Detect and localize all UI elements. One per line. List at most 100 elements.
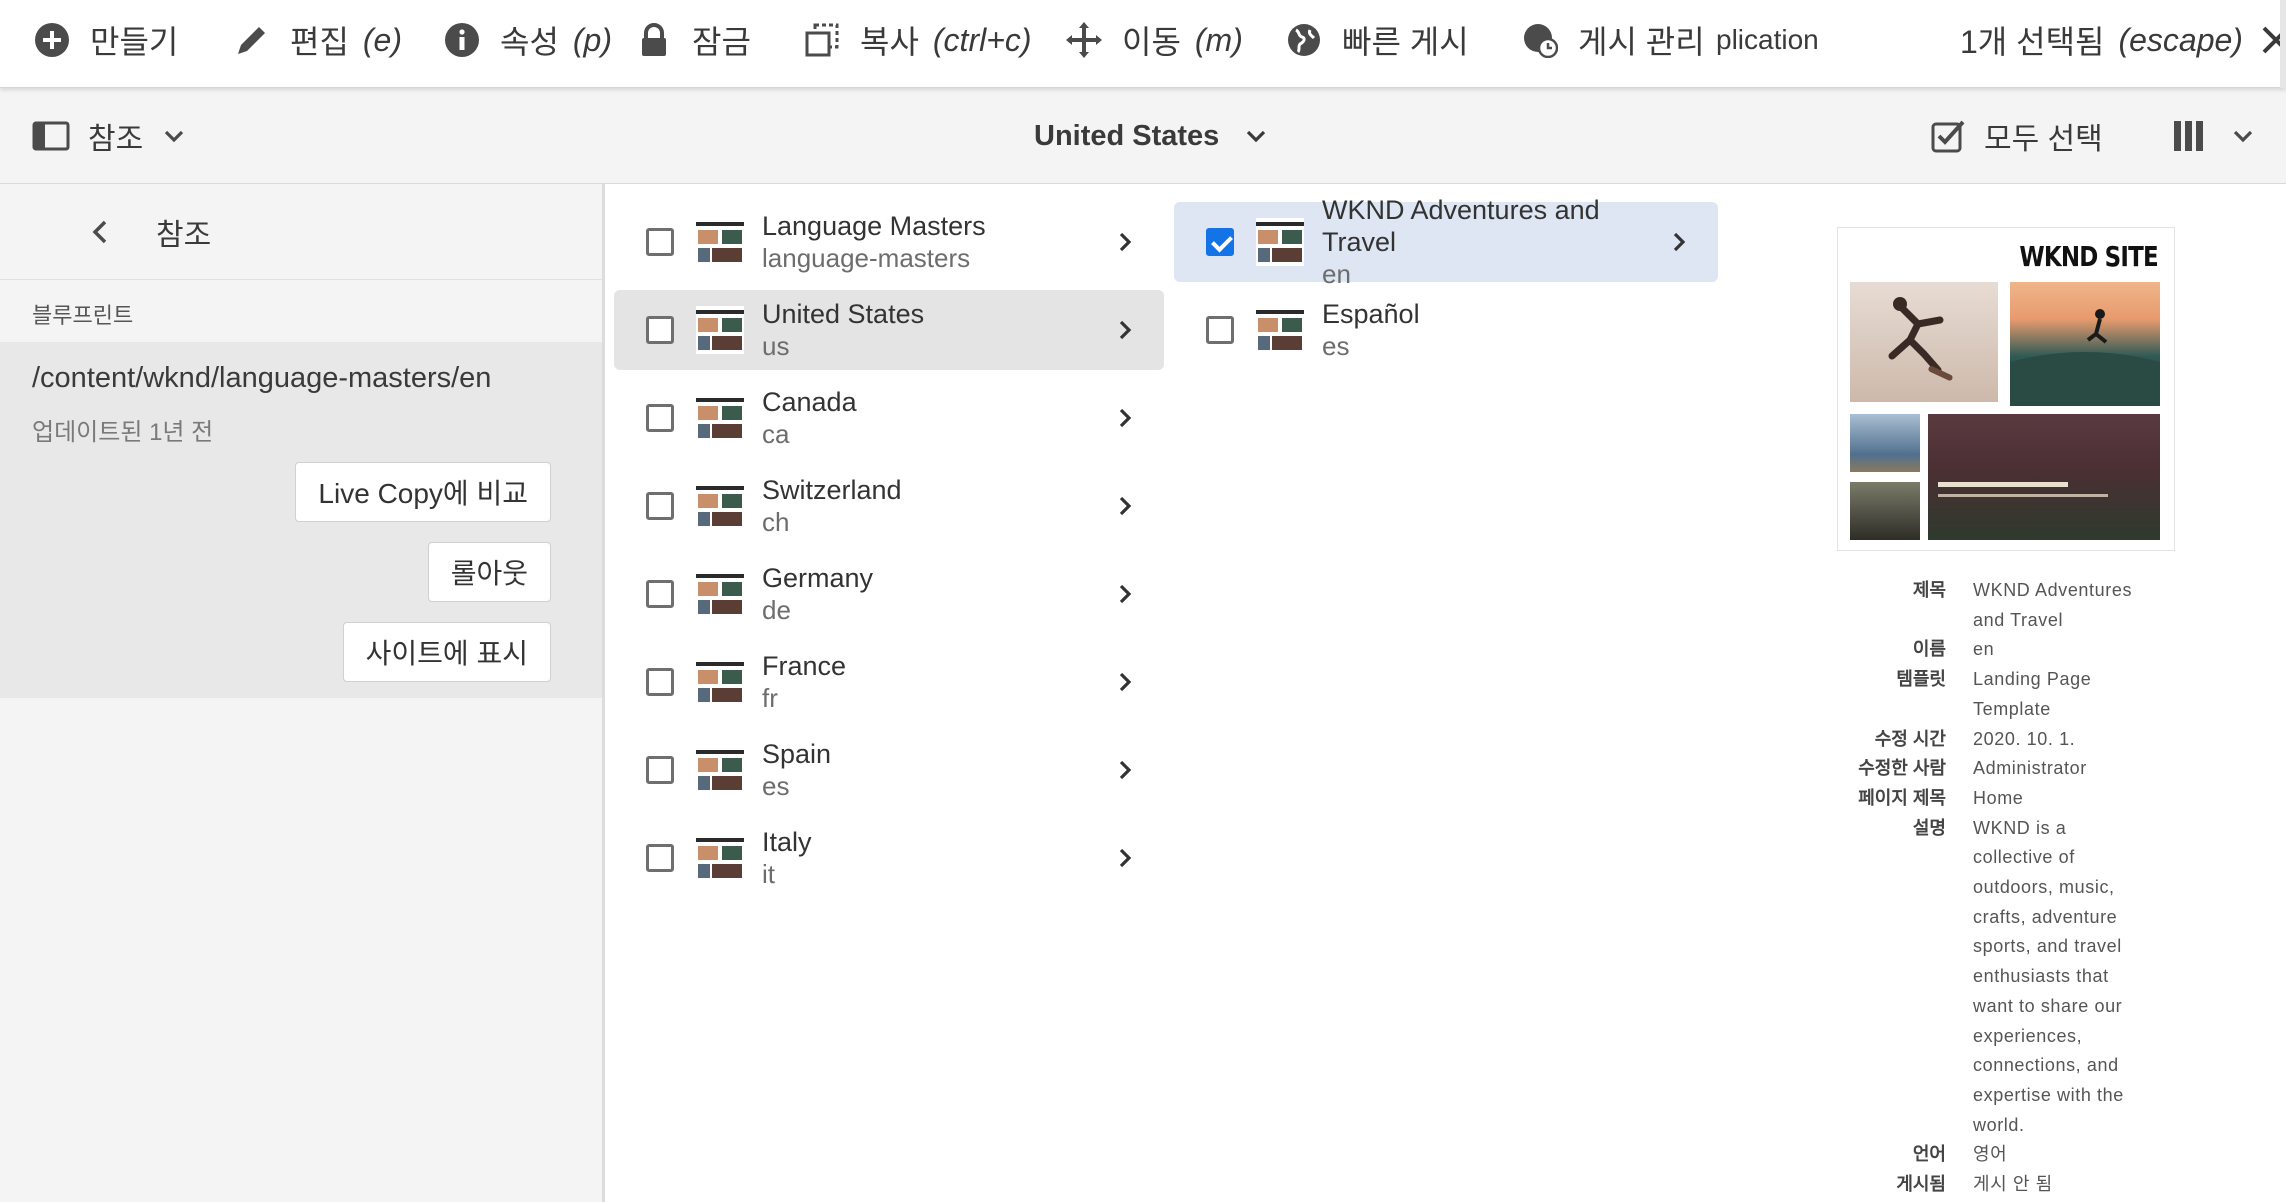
meta-line: world.: [1973, 1114, 2025, 1135]
preview-photo-skater: [1850, 282, 1998, 402]
meta-line: connections, and: [1973, 1055, 2119, 1076]
select-all-label: 모두 선택: [1984, 123, 2103, 156]
meta-row: 언어 영어: [1728, 1140, 2286, 1170]
chevron-down-icon: [2233, 130, 2253, 143]
row-checkbox[interactable]: [646, 580, 674, 608]
show-in-site-button[interactable]: 사이트에 표시: [342, 622, 551, 682]
create-button[interactable]: 만들기: [34, 0, 178, 80]
meta-value: WKND is a collective of outdoors, music,…: [1973, 814, 2145, 1141]
item-title: United States: [762, 299, 925, 330]
meta-row: 게시됨 게시 안 됨: [1728, 1170, 2286, 1200]
item-name: us: [762, 330, 790, 361]
manage-publication-button[interactable]: 게시 관리: [1522, 0, 1705, 80]
location-dropdown[interactable]: United States: [1034, 88, 1267, 184]
location-title: United States: [1034, 119, 1220, 152]
list-item[interactable]: United States us: [614, 290, 1164, 370]
meta-value: en: [1973, 635, 2145, 665]
list-item[interactable]: Switzerland ch: [614, 466, 1164, 546]
page-thumbnail: [1256, 218, 1304, 266]
row-checkbox[interactable]: [1206, 316, 1234, 344]
list-item[interactable]: Canada ca: [614, 378, 1164, 458]
meta-key: 템플릿: [1896, 669, 1946, 690]
chevron-down-icon: [165, 130, 184, 143]
blueprint-card[interactable]: /content/wknd/language-masters/en 업데이트된 …: [0, 342, 602, 698]
list-item[interactable]: France fr: [614, 642, 1164, 722]
list-item[interactable]: Spain es: [614, 730, 1164, 810]
row-checkbox[interactable]: [646, 404, 674, 432]
list-item[interactable]: Language Masters language-masters: [614, 202, 1164, 282]
rollout-button[interactable]: 롤아웃: [427, 542, 551, 602]
chevron-right-icon[interactable]: [1668, 231, 1690, 253]
row-checkbox-checked[interactable]: [1206, 228, 1234, 256]
copy-icon: [805, 23, 839, 57]
meta-line: 게시 안 됨: [1973, 1174, 2053, 1195]
item-name: de: [762, 594, 791, 625]
row-checkbox[interactable]: [646, 492, 674, 520]
chevron-left-icon[interactable]: [86, 217, 116, 247]
meta-value: Administrator: [1973, 754, 2145, 784]
lock-button[interactable]: 잠금: [636, 0, 751, 80]
edit-button[interactable]: 편집 (e): [234, 0, 402, 80]
list-item[interactable]: Italy it: [614, 818, 1164, 898]
rail-toggle-button[interactable]: 참조: [32, 88, 185, 184]
edit-label: 편집: [290, 24, 349, 60]
row-checkbox[interactable]: [646, 756, 674, 784]
item-title: WKND Adventures and Travel: [1322, 195, 1600, 258]
page-thumbnail: [696, 834, 744, 882]
check-box-icon: [1931, 120, 1965, 153]
meta-row: 템플릿 Landing Page Template: [1728, 665, 2286, 724]
meta-row: 제목 WKND Adventures and Travel: [1728, 576, 2286, 635]
page-thumbnail: [696, 746, 744, 794]
copy-button[interactable]: 복사 (ctrl+c): [804, 0, 1032, 80]
chevron-right-icon[interactable]: [1114, 759, 1136, 781]
quick-publish-button[interactable]: 빠른 게시: [1286, 0, 1469, 80]
list-item[interactable]: WKND Adventures and Travel en: [1174, 195, 1718, 289]
meta-line: WKND Adventures: [1973, 580, 2133, 600]
list-item[interactable]: Germany de: [614, 554, 1164, 634]
item-title: Germany: [762, 563, 874, 594]
deselect-button[interactable]: 1개 선택됨 (escape): [1960, 0, 2286, 80]
chevron-right-icon[interactable]: [1114, 583, 1136, 605]
chevron-right-icon[interactable]: [1114, 231, 1136, 253]
lock-label: 잠금: [692, 24, 751, 60]
meta-row: 수정한 사람 Administrator: [1728, 754, 2286, 784]
meta-line: 영어: [1973, 1144, 2008, 1165]
selection-count: 1개 선택됨: [1960, 24, 2105, 60]
meta-line: Template: [1973, 698, 2051, 719]
overflow-action-text[interactable]: plication: [1716, 0, 1819, 80]
meta-line: want to share our: [1973, 995, 2123, 1016]
meta-line: 2020. 10. 1.: [1973, 728, 2076, 749]
row-checkbox[interactable]: [646, 668, 674, 696]
select-all-button[interactable]: 모두 선택: [1930, 88, 2103, 184]
item-name: en: [1322, 258, 1351, 289]
chevron-right-icon[interactable]: [1114, 319, 1136, 341]
chevron-right-icon[interactable]: [1114, 495, 1136, 517]
meta-line: enthusiasts that: [1973, 966, 2109, 987]
chevron-right-icon[interactable]: [1114, 847, 1136, 869]
preview-photo-canyon: [1928, 414, 2160, 540]
meta-line: WKND is a: [1973, 817, 2067, 838]
metadata-list: 제목 WKND Adventures and Travel 이름 en 템플릿 …: [1728, 576, 2286, 1200]
meta-line: expertise with the: [1973, 1084, 2124, 1105]
chevron-right-icon[interactable]: [1114, 407, 1136, 429]
column-languages: WKND Adventures and Travel en Español es: [1168, 184, 1728, 1202]
meta-row: 페이지 제목 Home: [1728, 784, 2286, 814]
page-thumbnail: [696, 394, 744, 442]
row-checkbox[interactable]: [646, 228, 674, 256]
list-item[interactable]: Español es: [1174, 290, 1718, 370]
meta-line: Administrator: [1973, 758, 2087, 779]
item-title: Canada: [762, 387, 857, 418]
item-name: language-masters: [762, 242, 971, 273]
meta-line: collective of: [1973, 847, 2075, 868]
preview-logo: WKND SITE: [2019, 240, 2159, 273]
page-thumbnail: [696, 658, 744, 706]
properties-button[interactable]: 속성 (p): [444, 0, 612, 80]
move-button[interactable]: 이동 (m): [1066, 0, 1243, 80]
row-checkbox[interactable]: [646, 316, 674, 344]
row-checkbox[interactable]: [646, 844, 674, 872]
compare-live-copy-button[interactable]: Live Copy에 비교: [295, 462, 551, 522]
chevron-right-icon[interactable]: [1114, 671, 1136, 693]
view-switcher[interactable]: [2172, 88, 2254, 184]
references-rail: 참조 블루프린트 /content/wknd/language-masters/…: [0, 184, 605, 1202]
move-label: 이동: [1122, 24, 1181, 60]
